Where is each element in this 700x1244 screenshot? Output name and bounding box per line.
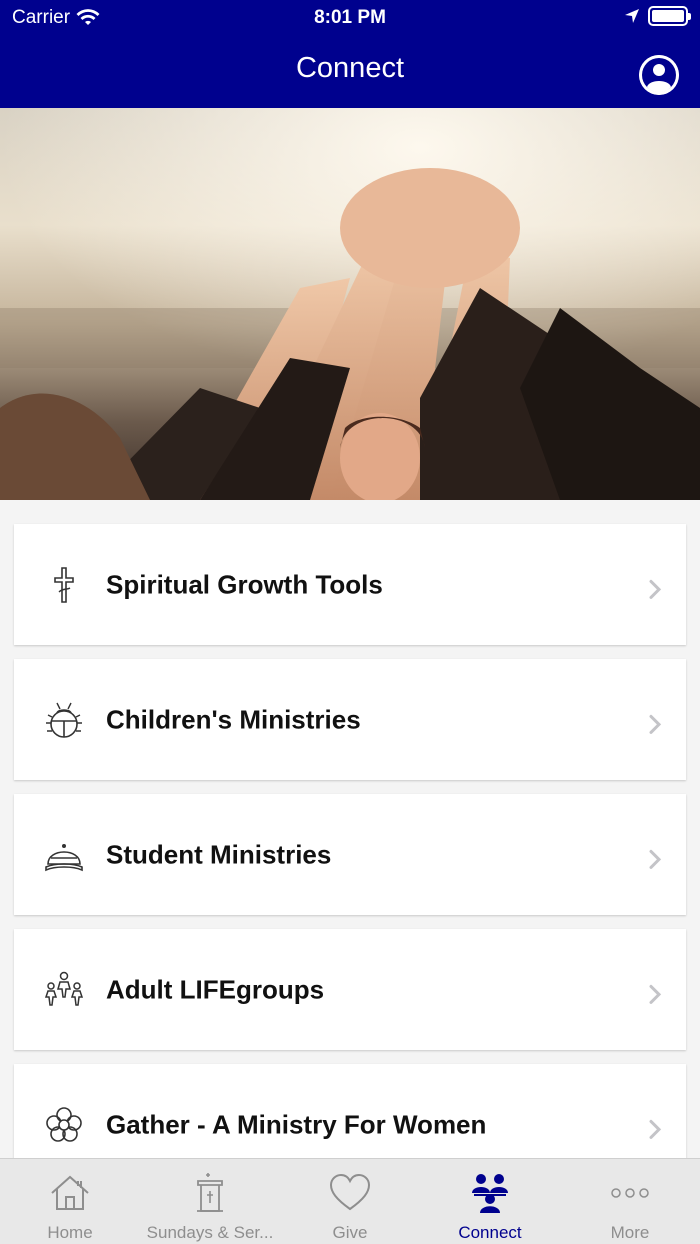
location-arrow-icon (625, 9, 639, 23)
menu-item-student-ministries[interactable]: Student Ministries (14, 794, 686, 915)
battery-icon (648, 6, 691, 26)
tab-label: More (610, 1223, 650, 1242)
home-icon (51, 1175, 89, 1210)
chevron-right-icon (649, 579, 662, 599)
heart-icon (329, 1173, 371, 1211)
pulpit-icon (197, 1173, 223, 1212)
profile-button[interactable] (639, 55, 679, 95)
tab-label: Sundays & Ser... (146, 1223, 274, 1242)
connect-menu-list: Spiritual Growth Tools Children's Minist… (14, 524, 686, 1199)
menu-item-label: Adult LIFEgroups (106, 974, 325, 1004)
chevron-right-icon (649, 849, 662, 869)
cap-icon (45, 843, 83, 871)
tab-label: Home (47, 1223, 93, 1242)
flower-icon (46, 1106, 82, 1142)
menu-item-childrens-ministries[interactable]: Children's Ministries (14, 659, 686, 780)
hero-image (0, 108, 700, 500)
tab-bar: Home Sundays & Ser... Give Connect More (0, 1158, 700, 1244)
app-header: Carrier 8:01 PM Connect (0, 0, 700, 108)
chevron-right-icon (649, 1119, 662, 1139)
menu-item-label: Children's Ministries (106, 704, 361, 734)
people-icon (472, 1174, 508, 1213)
status-time: 8:01 PM (314, 7, 386, 28)
cross-icon (54, 566, 74, 603)
page-title: Connect (295, 52, 404, 84)
ladybug-icon (46, 702, 82, 738)
menu-item-adult-lifegroups[interactable]: Adult LIFEgroups (14, 929, 686, 1050)
group-icon (44, 971, 84, 1006)
tab-give[interactable]: Give (280, 1159, 420, 1244)
more-icon (611, 1188, 649, 1198)
chevron-right-icon (649, 984, 662, 1004)
status-bar: Carrier 8:01 PM (0, 0, 700, 36)
tab-more[interactable]: More (560, 1159, 700, 1244)
tab-label: Give (332, 1223, 368, 1242)
tab-label: Connect (458, 1223, 522, 1242)
menu-item-label: Spiritual Growth Tools (106, 569, 383, 599)
menu-item-label: Student Ministries (106, 839, 332, 869)
tab-connect[interactable]: Connect (420, 1159, 560, 1244)
tab-sundays-services[interactable]: Sundays & Ser... (140, 1159, 280, 1244)
menu-item-label: Gather - A Ministry For Women (106, 1109, 487, 1139)
user-icon (639, 55, 679, 95)
tab-home[interactable]: Home (0, 1159, 140, 1244)
chevron-right-icon (649, 714, 662, 734)
menu-item-spiritual-growth-tools[interactable]: Spiritual Growth Tools (14, 524, 686, 645)
